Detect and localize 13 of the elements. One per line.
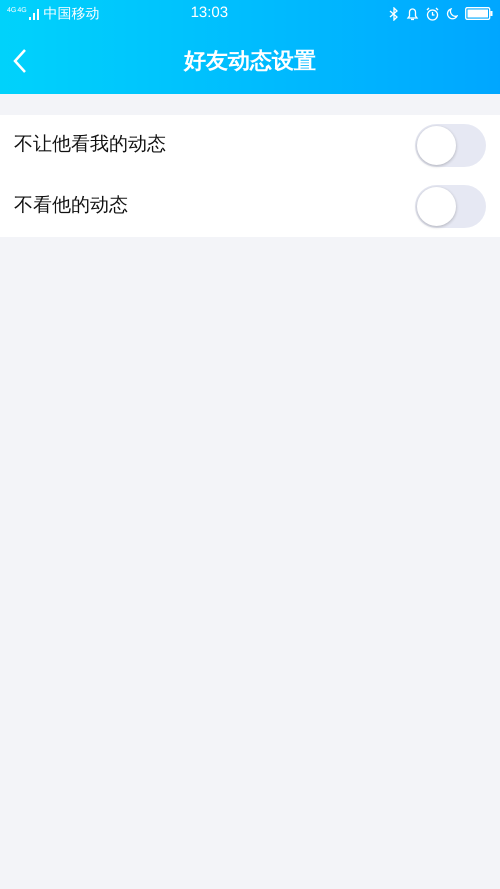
status-time: 13:03 [190, 3, 230, 24]
page-title: 好友动态设置 [184, 47, 316, 75]
setting-label: 不让他看我的动态 [14, 133, 166, 158]
carrier-name: 中国移动 [44, 4, 100, 23]
alarm-icon [426, 6, 439, 20]
setting-label: 不看他的动态 [14, 194, 128, 218]
signal-icon [28, 8, 40, 20]
toggle-switch[interactable] [415, 124, 486, 167]
moon-icon [446, 6, 458, 20]
bell-icon [406, 6, 419, 20]
battery-icon [465, 7, 493, 20]
bluetooth-icon [389, 6, 399, 20]
toggle-switch[interactable] [415, 185, 486, 228]
